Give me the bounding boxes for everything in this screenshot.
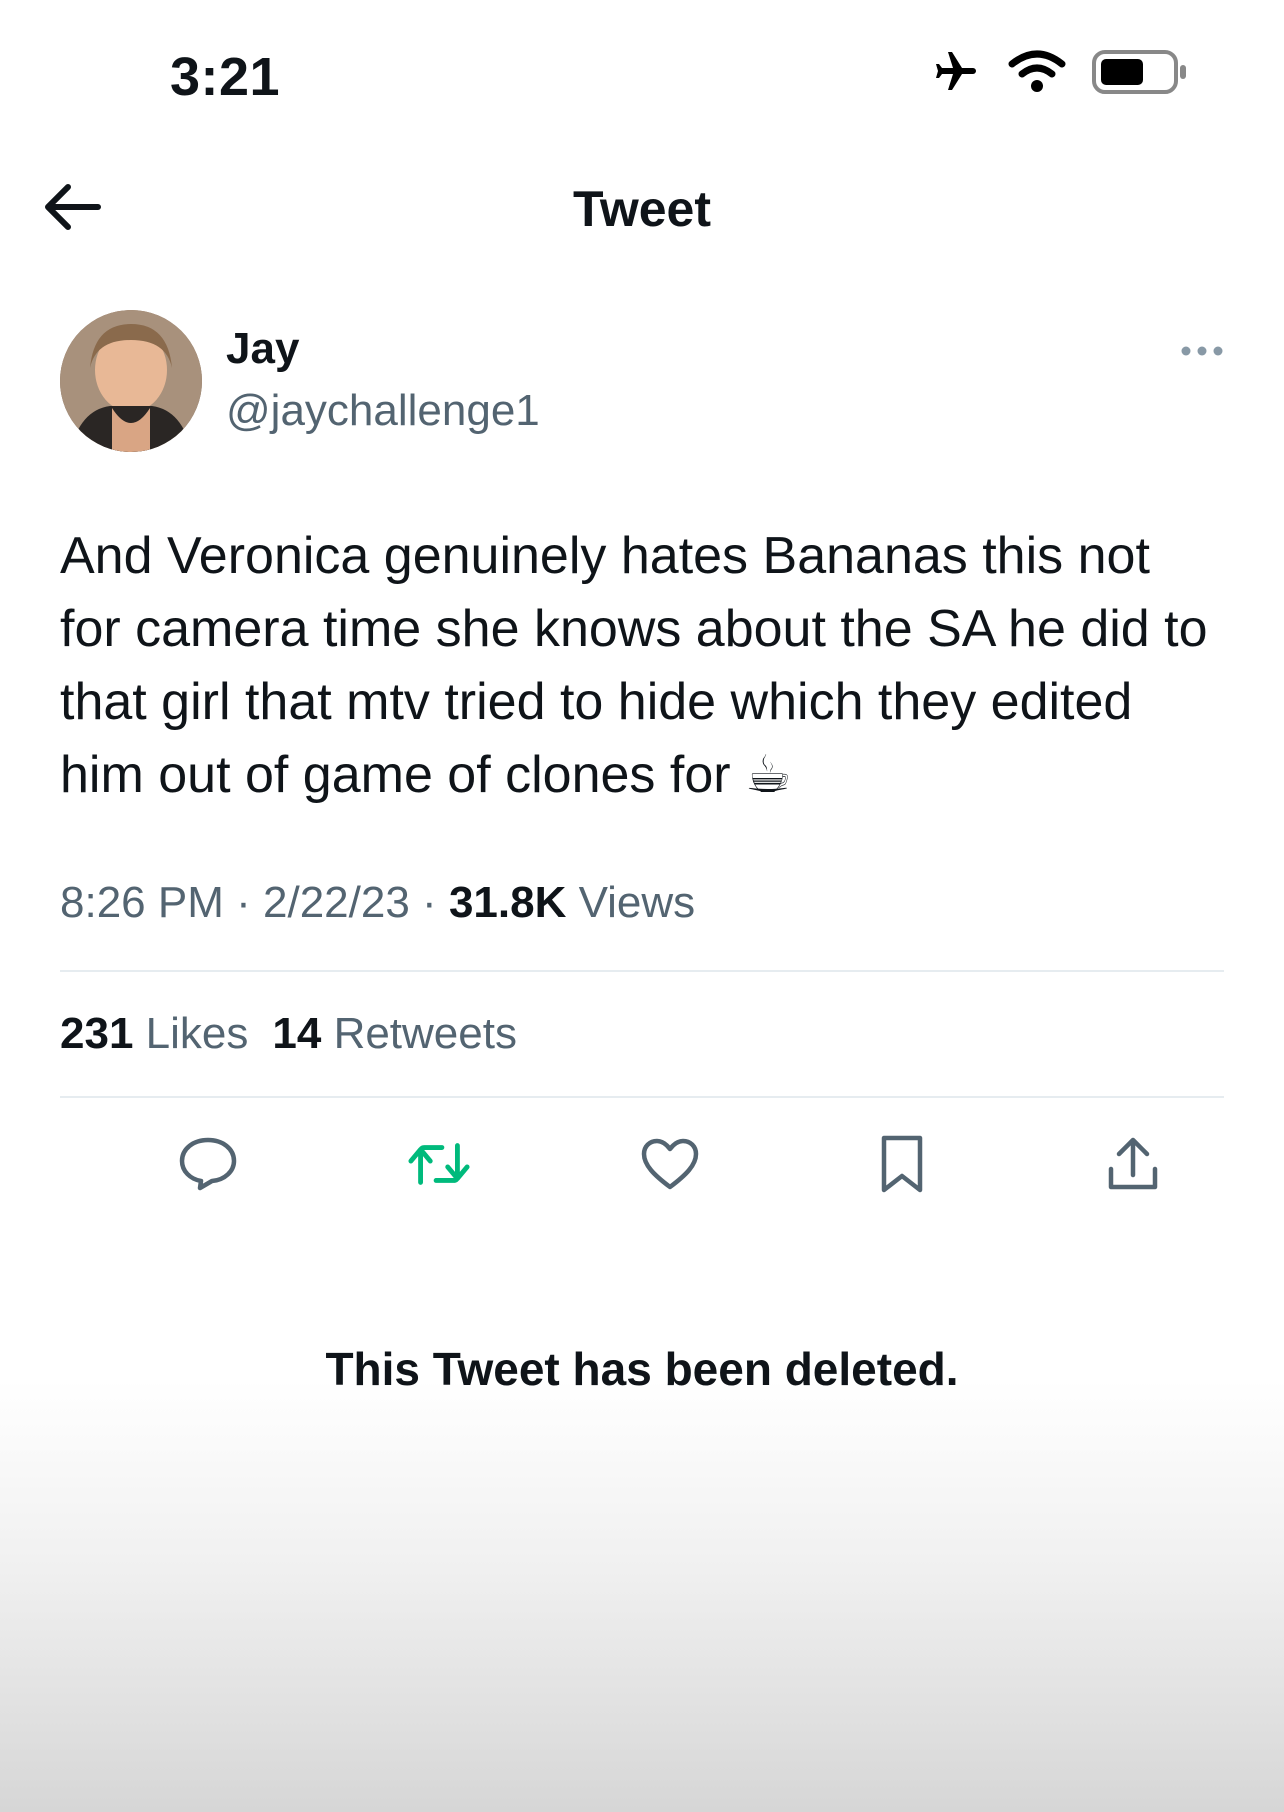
bookmark-button[interactable] [870, 1132, 934, 1196]
reply-icon [179, 1137, 237, 1191]
more-button[interactable] [1180, 344, 1224, 363]
tweet-date[interactable]: 2/22/23 [263, 878, 410, 927]
meta-separator: · [422, 878, 437, 927]
tweet-time[interactable]: 8:26 PM [60, 878, 224, 927]
wifi-icon [1008, 50, 1066, 94]
retweets-label: Retweets [333, 1009, 517, 1058]
likes-label: Likes [145, 1009, 249, 1058]
status-icons [930, 48, 1188, 96]
share-icon [1108, 1137, 1158, 1190]
retweets-stat[interactable]: 14 Retweets [272, 1009, 517, 1059]
author-name[interactable]: Jay [226, 324, 299, 374]
battery-icon [1092, 49, 1188, 95]
tweet-actions [60, 1098, 1224, 1234]
nav-bar: Tweet [0, 160, 1284, 250]
tweet: Jay @jaychallenge1 And Veronica genuinel… [60, 310, 1224, 1234]
status-bar: 3:21 [0, 0, 1284, 150]
views-count: 31.8K [448, 878, 567, 927]
author-handle[interactable]: @jaychallenge1 [226, 386, 540, 436]
more-icon [1181, 346, 1223, 356]
meta-separator: · [236, 878, 251, 927]
tweet-author: Jay @jaychallenge1 [60, 310, 1224, 452]
engagement-stats: 231 Likes 14 Retweets [60, 972, 1224, 1096]
airplane-icon [930, 48, 982, 96]
retweets-count: 14 [272, 1009, 322, 1058]
bookmark-icon [881, 1135, 923, 1193]
avatar[interactable] [60, 310, 202, 452]
like-icon [641, 1138, 699, 1190]
share-button[interactable] [1101, 1132, 1165, 1196]
views-label: Views [578, 878, 696, 927]
like-button[interactable] [638, 1132, 702, 1196]
page-title: Tweet [573, 181, 711, 237]
deleted-tweet-notice: This Tweet has been deleted. [325, 1343, 959, 1395]
retweet-button[interactable] [407, 1132, 471, 1196]
likes-count: 231 [60, 1009, 134, 1058]
retweet-icon [408, 1143, 470, 1185]
tweet-meta: 8:26 PM · 2/22/23 · 31.8K Views [60, 878, 1224, 928]
tweet-text: And Veronica genuinely hates Bananas thi… [60, 527, 1208, 804]
status-time: 3:21 [170, 47, 281, 107]
reply-button[interactable] [176, 1132, 240, 1196]
likes-stat[interactable]: 231 Likes [60, 1009, 248, 1059]
